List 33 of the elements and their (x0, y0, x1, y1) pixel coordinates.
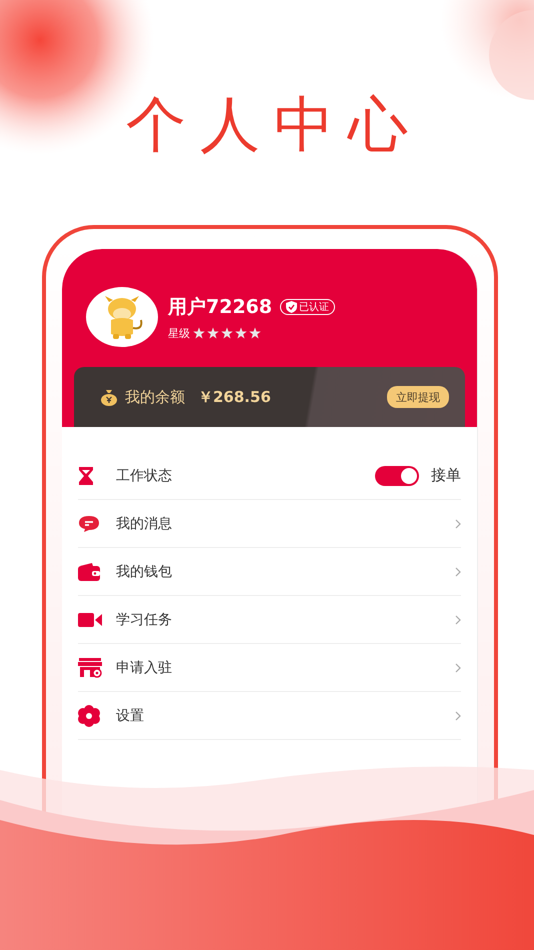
money-bag-icon (100, 388, 118, 406)
chat-icon (78, 514, 100, 532)
user-name: 用户72268 (168, 294, 272, 320)
star-icon (193, 327, 205, 339)
star-icon (235, 327, 247, 339)
video-camera-icon (78, 612, 102, 628)
menu-item[interactable]: 我的消息 (116, 514, 172, 532)
chevron-icon (455, 662, 461, 672)
menu-item[interactable]: 设置 (116, 706, 144, 724)
status-label: 接单 (431, 466, 461, 485)
withdraw-button[interactable]: 立即提现 (387, 386, 449, 408)
shield-icon (286, 300, 298, 312)
chevron-icon (455, 614, 461, 624)
balance-label: 我的余额 (125, 388, 185, 406)
star-icon (207, 327, 219, 339)
menu-item[interactable]: 我的钱包 (116, 562, 172, 580)
flower-icon (78, 704, 100, 726)
chevron-icon (455, 566, 461, 576)
page-title: 个人中心 (125, 90, 422, 160)
chevron-icon (455, 710, 461, 720)
menu-item[interactable]: 工作状态 (116, 466, 172, 484)
chevron-icon (455, 518, 461, 528)
wallet-icon (78, 562, 100, 580)
menu-item[interactable]: 申请入驻 (116, 658, 172, 676)
hourglass-icon (78, 466, 94, 484)
menu-item[interactable]: 学习任务 (116, 610, 172, 628)
balance-amount: ￥268.56 (198, 388, 271, 406)
star-icon (249, 327, 261, 339)
rating-label: 星级 (168, 326, 190, 340)
verified-badge: 已认证 (280, 298, 336, 314)
star-icon (221, 327, 233, 339)
toggle-switch[interactable] (375, 466, 419, 486)
shop-icon (78, 658, 102, 678)
